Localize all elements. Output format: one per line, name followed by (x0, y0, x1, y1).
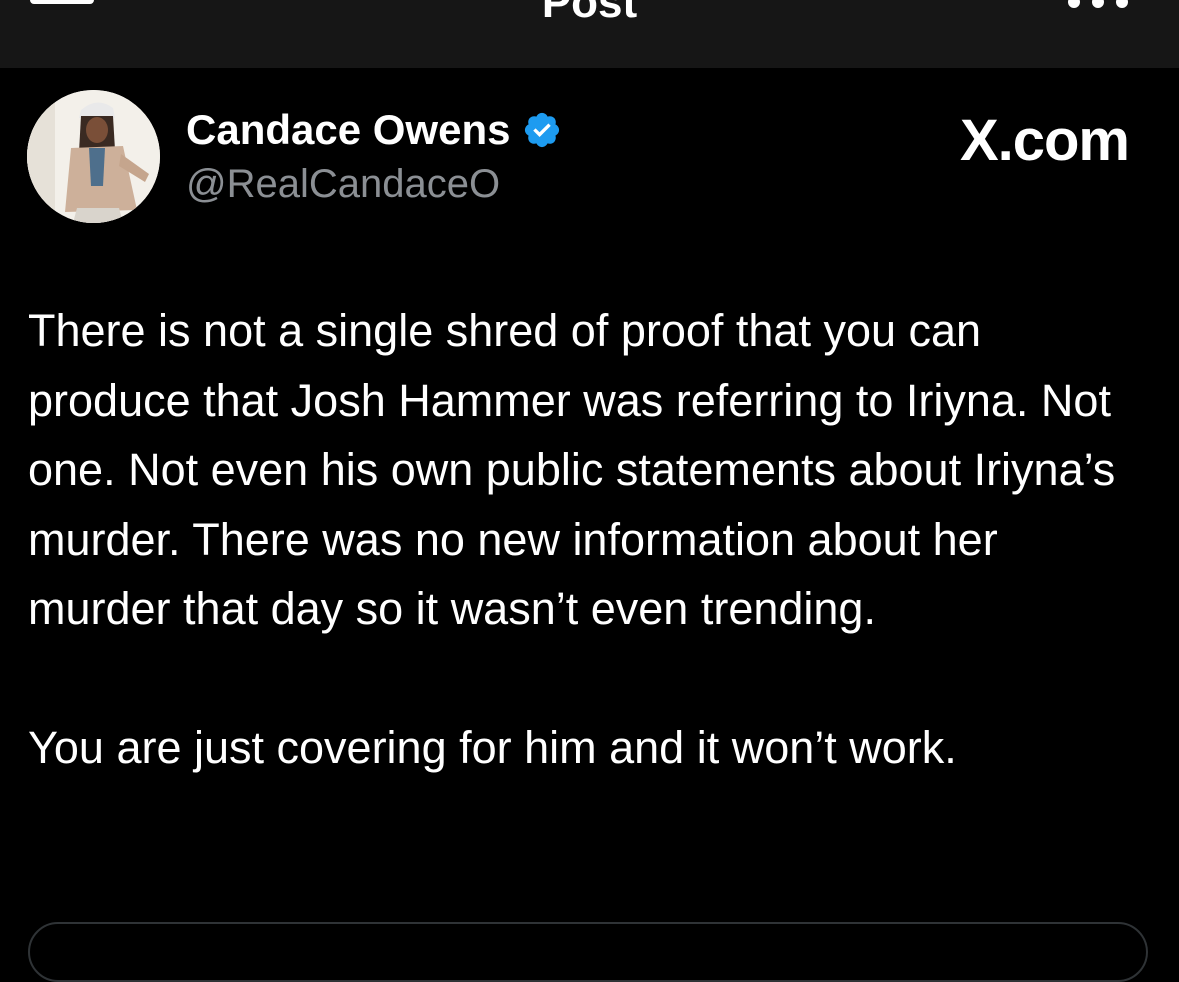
page-title: Post (541, 0, 638, 27)
verified-badge-icon (525, 112, 560, 148)
top-bar: Post (0, 0, 1179, 68)
avatar[interactable] (27, 90, 160, 223)
site-logo: X.com (959, 108, 1130, 173)
post-paragraph: You are just covering for him and it won… (28, 722, 957, 773)
post-text: There is not a single shred of proof tha… (28, 296, 1138, 783)
author-handle[interactable]: @RealCandaceO (186, 160, 500, 208)
author-name-text: Candace Owens (186, 106, 511, 153)
embedded-card[interactable] (28, 922, 1148, 982)
profile-photo (27, 90, 160, 223)
post-paragraph: There is not a single shred of proof tha… (28, 305, 1116, 634)
author-name[interactable]: Candace Owens (186, 104, 562, 156)
more-options-button[interactable] (1064, 0, 1134, 12)
more-horizontal-icon (1068, 0, 1128, 8)
